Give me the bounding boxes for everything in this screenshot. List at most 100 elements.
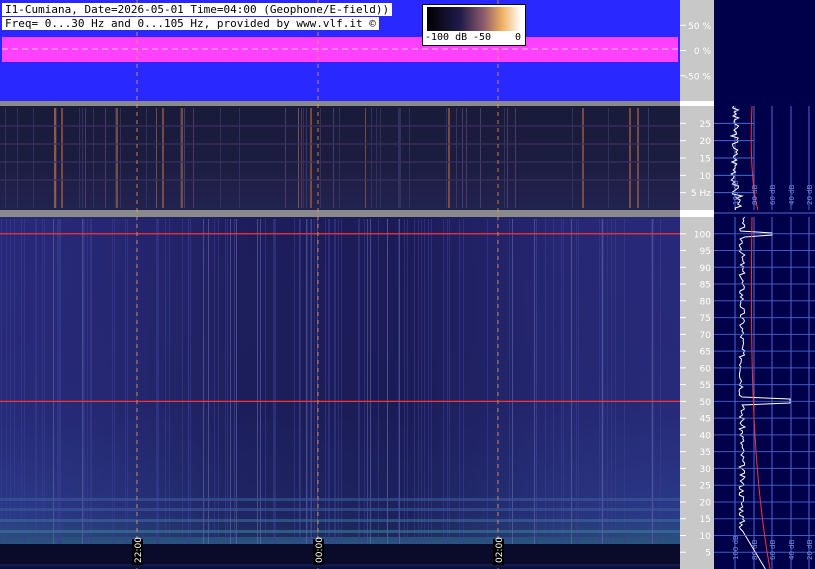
main-spectrogram-tick-label: 5 — [705, 549, 711, 559]
small-streak — [629, 108, 631, 208]
axis-column-gap-top — [680, 101, 714, 106]
main-spectrogram-tick-label: 60 — [700, 364, 712, 374]
small-streak — [365, 108, 366, 208]
small-streak — [79, 108, 80, 208]
time-label-group: 00:00 — [313, 537, 325, 565]
small-streak — [448, 108, 450, 208]
small-spectrogram-tick-label: 15 — [700, 155, 711, 165]
main-spectrogram-tick-label: 20 — [700, 498, 712, 508]
small-streak — [162, 108, 164, 208]
time-label: 00:00 — [315, 537, 325, 563]
panel-separator-middle — [0, 210, 680, 217]
main-spectrogram-tick-label: 95 — [700, 247, 711, 257]
small-streak — [156, 108, 157, 208]
main-spectrogram-tick-label: 90 — [700, 264, 712, 274]
panel-separator-top — [0, 101, 680, 106]
small-streak — [637, 108, 639, 208]
side-top-axis-label: 40 dB — [788, 184, 796, 205]
small-spectrogram-tick-label: 10 — [700, 172, 712, 182]
time-label-group: 22:00 — [132, 537, 144, 565]
colorbar: -100 dB -50 0 — [422, 4, 526, 46]
time-label: 02:00 — [495, 537, 505, 563]
main-spectrogram-tick-label: 35 — [700, 448, 711, 458]
main-spectrogram-tick-label: 80 — [700, 297, 712, 307]
main-spectrogram-tick-label: 75 — [700, 314, 711, 324]
small-streak — [301, 108, 302, 208]
main-spectrogram-tick-label: 15 — [700, 515, 711, 525]
small-streak — [61, 108, 63, 208]
small-streak — [146, 108, 147, 208]
small-streak — [239, 108, 240, 208]
spectrogram-bottom-band — [0, 544, 680, 564]
side-top-axis-label: 60 dB — [769, 184, 777, 205]
small-streak — [54, 108, 56, 208]
small-streak — [184, 108, 185, 208]
small-streak — [181, 108, 183, 208]
main-spectrogram-tick-label: 85 — [700, 281, 711, 291]
time-label: 22:00 — [134, 537, 144, 563]
small-band — [0, 179, 680, 181]
small-streak — [120, 108, 121, 208]
header-line-2: Freq= 0...30 Hz and 0...105 Hz, provided… — [2, 17, 379, 30]
small-streak — [5, 108, 6, 208]
small-streak — [333, 108, 334, 208]
small-streak — [480, 108, 481, 208]
header-line-1: I1-Cumiana, Date=2026-05-01 Time=04:00 (… — [2, 3, 393, 16]
colorbar-label-min: -100 dB — [425, 32, 468, 43]
small-band — [0, 143, 680, 145]
small-streak — [380, 108, 381, 208]
small-streak — [320, 108, 321, 208]
small-streak — [220, 108, 221, 208]
small-streak — [456, 108, 457, 208]
main-spectrogram-tick-label: 45 — [700, 415, 711, 425]
small-streak — [462, 108, 463, 208]
amplitude-tick-label: -50 % — [685, 72, 712, 82]
small-streak — [298, 108, 299, 208]
main-spectrogram-tick-label: 65 — [700, 348, 711, 358]
main-spectrogram-tick-label: 55 — [700, 381, 711, 391]
small-streak — [310, 108, 312, 208]
main-band — [0, 519, 680, 522]
main-band — [0, 508, 680, 511]
small-streak — [306, 108, 307, 208]
side-top-axis-label: 80 dB — [751, 184, 759, 205]
side-bottom-axis-label: 60 dB — [769, 539, 777, 560]
small-streak — [446, 108, 447, 208]
small-streak — [507, 108, 508, 208]
small-streak — [608, 108, 609, 208]
small-streak — [17, 108, 18, 208]
axis-column-gap-middle — [680, 210, 714, 217]
amplitude-tick-label: 0 % — [694, 47, 712, 57]
small-streak — [376, 108, 377, 208]
small-streak — [572, 108, 573, 208]
small-streak — [33, 108, 34, 208]
small-streak — [400, 108, 401, 208]
small-band — [0, 161, 680, 163]
spectrogram-figure: 50 %0 %-50 % 252015105 Hz 10095908580757… — [0, 0, 815, 569]
side-bottom-axis-label: 20 dB — [806, 539, 814, 560]
small-band — [0, 125, 680, 127]
main-spectrogram-tick-label: 70 — [700, 331, 712, 341]
main-band — [0, 498, 680, 501]
side-top-axis-label: 100 dB — [732, 180, 740, 205]
small-streak — [85, 108, 86, 208]
small-streak — [180, 108, 181, 208]
small-streak — [82, 108, 83, 208]
small-streak — [398, 108, 399, 208]
small-streak — [582, 108, 584, 208]
small-spectrogram-tick-label: 20 — [700, 137, 712, 147]
small-streak — [303, 108, 304, 208]
main-spectrogram-tick-label: 25 — [700, 482, 711, 492]
small-streak — [115, 108, 116, 208]
main-spectrogram-tick-label: 10 — [700, 532, 712, 542]
small-streak — [193, 108, 194, 208]
small-streak — [504, 108, 505, 208]
small-streak — [399, 108, 400, 208]
small-streak — [116, 108, 118, 208]
side-bottom-axis-label: 100 dB — [732, 535, 740, 560]
amplitude-tick-label: 50 % — [688, 22, 711, 32]
main-spectrogram-tick-label: 40 — [700, 431, 712, 441]
small-streak — [56, 108, 57, 208]
side-bottom-axis-label: 40 dB — [788, 539, 796, 560]
small-streak — [371, 108, 372, 208]
